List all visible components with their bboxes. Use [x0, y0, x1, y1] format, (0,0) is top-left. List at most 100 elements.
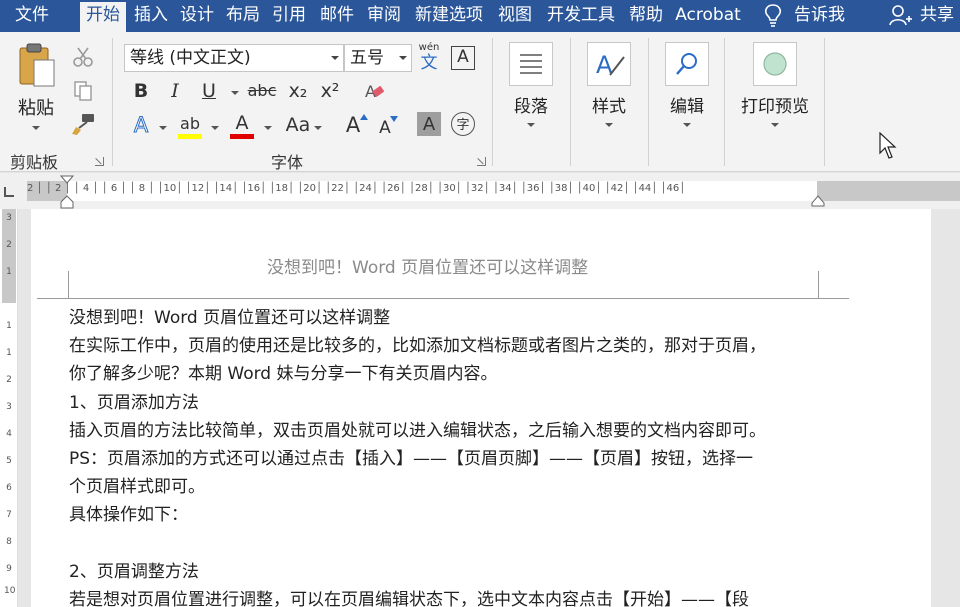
underline-button[interactable]: U [196, 78, 222, 104]
chevron-down-icon[interactable] [399, 56, 407, 60]
clipboard-group-label: 剪贴板 [10, 153, 59, 172]
clipboard-launcher-icon[interactable] [95, 157, 104, 166]
enclose-char: 字 [456, 118, 470, 133]
left-indent-marker[interactable] [60, 195, 74, 209]
cut-icon[interactable] [72, 46, 94, 68]
ruler-top-margin [2, 209, 16, 303]
tell-me-search[interactable]: 告诉我 [756, 0, 866, 32]
chevron-down-icon[interactable] [331, 56, 339, 60]
change-case-dropdown-arrow[interactable] [314, 126, 322, 130]
group-separator [112, 38, 113, 166]
font-color-button[interactable]: A [228, 110, 256, 139]
underline-dropdown-arrow[interactable] [231, 91, 239, 95]
tab-review[interactable]: 审阅 [362, 0, 406, 32]
subscript-button[interactable]: x₂ [286, 78, 310, 104]
tab-view[interactable]: 视图 [492, 0, 538, 32]
doc-line: 个页眉样式即可。 [69, 477, 205, 498]
character-shading-button[interactable]: A [417, 112, 441, 136]
superscript-button[interactable]: x² [318, 78, 342, 104]
ruler-tick: 2 [6, 375, 12, 385]
group-separator [824, 38, 825, 166]
document-page[interactable]: 没想到吧！Word 页眉位置还可以这样调整 没想到吧！Word 页眉位置还可以这… [31, 209, 931, 607]
character-border-button[interactable]: A [451, 46, 475, 70]
copy-icon[interactable] [72, 80, 94, 102]
text-effects-dropdown-arrow[interactable] [159, 126, 167, 130]
font-color-dropdown-arrow[interactable] [264, 126, 272, 130]
paste-button[interactable]: 粘贴 [8, 42, 64, 142]
highlight-char: ab [180, 114, 200, 133]
tab-mailings[interactable]: 邮件 [314, 0, 360, 32]
ruler-tick: 1 [6, 321, 12, 331]
group-separator [492, 38, 493, 166]
tab-design[interactable]: 设计 [176, 0, 218, 32]
chevron-down-icon [683, 123, 691, 127]
text-effects-button[interactable]: A [128, 112, 154, 138]
tab-insert[interactable]: 插入 [130, 0, 172, 32]
caret-up-icon [360, 114, 368, 120]
clear-formatting-icon[interactable]: A [363, 80, 387, 104]
editing-label: 编辑 [670, 97, 704, 117]
lightbulb-icon [764, 4, 782, 27]
doc-line: 没想到吧！Word 页眉位置还可以这样调整 [69, 308, 391, 328]
paste-label: 粘贴 [18, 98, 54, 119]
shrink-font-button[interactable]: A [372, 114, 398, 140]
print-preview-icon [753, 42, 797, 86]
font-name-combo[interactable]: 等线 (中文正文) [124, 44, 344, 72]
bold-button[interactable]: B [128, 78, 154, 104]
ruler-tick: 1 [6, 348, 12, 358]
paste-icon [19, 43, 55, 87]
change-case-button[interactable]: Aa [282, 112, 314, 138]
search-icon [665, 42, 709, 86]
vertical-ruler[interactable]: 3 2 1 1 1 2 3 4 5 6 7 8 9 10 [0, 209, 18, 607]
font-name-value: 等线 (中文正文) [130, 48, 251, 68]
print-preview-button[interactable]: 打印预览 [734, 42, 816, 127]
enclose-characters-button[interactable]: 字 [451, 112, 475, 136]
document-body[interactable]: 没想到吧！Word 页眉位置还可以这样调整 在实际工作中，页眉的使用还是比较多的… [69, 304, 839, 607]
font-color-bar [230, 134, 254, 139]
doc-line: 具体操作如下： [69, 505, 188, 526]
font-launcher-icon[interactable] [477, 157, 486, 166]
ruler-right-margin [817, 181, 960, 201]
font-size-combo[interactable]: 五号 [344, 44, 412, 72]
paste-dropdown-arrow[interactable] [32, 126, 40, 130]
tab-references[interactable]: 引用 [268, 0, 310, 32]
styles-label: 样式 [592, 97, 626, 117]
doc-line: 在实际工作中，页眉的使用还是比较多的，比如添加文档标题或者图片之类的，那对于页眉… [69, 336, 766, 357]
first-line-indent-marker[interactable] [60, 175, 74, 185]
header-divider [37, 298, 849, 299]
document-canvas[interactable]: 没想到吧！Word 页眉位置还可以这样调整 没想到吧！Word 页眉位置还可以这… [19, 209, 960, 607]
grow-font-char: A [345, 113, 361, 137]
tab-acrobat[interactable]: Acrobat [670, 0, 746, 32]
phonetic-guide-button[interactable]: wén 文 [418, 42, 440, 74]
tab-file[interactable]: 文件 [4, 0, 60, 32]
tab-home[interactable]: 开始 [80, 2, 126, 32]
phonetic-bottom-text: 文 [420, 53, 438, 73]
tab-layout[interactable]: 布局 [222, 0, 264, 32]
horizontal-ruler[interactable]: 2 │ │ 2 │ │ 4 │ │ 6 │ │ 8 │ │10│ │12│ │1… [0, 173, 960, 209]
page-header-text[interactable]: 没想到吧！Word 页眉位置还可以这样调整 [267, 253, 588, 278]
border-char: A [457, 47, 469, 67]
format-painter-icon[interactable] [70, 112, 96, 136]
grow-font-button[interactable]: A [340, 112, 368, 138]
doc-line: 插入页眉的方法比较简单，双击页眉处就可以进入编辑状态，之后输入想要的文档内容即可… [69, 420, 766, 441]
share-button[interactable]: 共享 [888, 0, 960, 32]
tab-selector-icon[interactable] [4, 187, 14, 197]
highlight-dropdown-arrow[interactable] [211, 126, 219, 130]
chevron-down-icon [527, 123, 535, 127]
tell-me-label: 告诉我 [794, 5, 845, 25]
styles-icon: A [587, 42, 631, 86]
text-effects-char: A [133, 113, 149, 138]
tab-new-options[interactable]: 新建选项 [408, 0, 490, 32]
ruler-tick: 8 [6, 537, 12, 547]
editing-button[interactable]: 编辑 [660, 42, 714, 127]
paragraph-button[interactable]: 段落 [504, 42, 558, 127]
tab-help[interactable]: 帮助 [624, 0, 668, 32]
tab-developer[interactable]: 开发工具 [540, 0, 622, 32]
ruler-tick: 10 [4, 586, 16, 596]
strikethrough-button[interactable]: abc [246, 78, 278, 104]
styles-button[interactable]: A 样式 [582, 42, 636, 127]
italic-button[interactable]: I [162, 78, 188, 104]
highlight-button[interactable]: ab [176, 110, 204, 139]
caret-down-icon [390, 116, 398, 122]
right-indent-marker[interactable] [811, 195, 825, 207]
